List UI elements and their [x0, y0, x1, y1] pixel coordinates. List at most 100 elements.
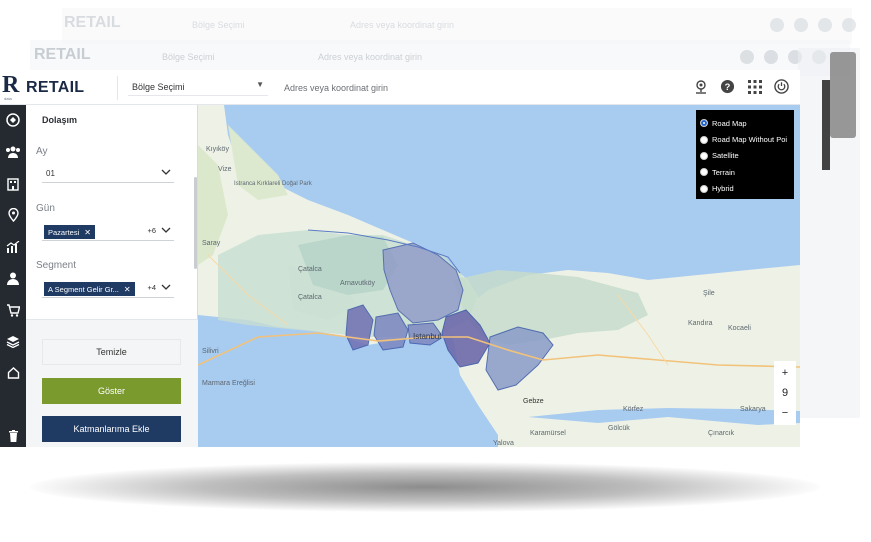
logo-subtext: data: [4, 96, 12, 101]
map-label: Gölcük: [608, 425, 630, 432]
radio-selected-icon: [700, 119, 708, 128]
day-select[interactable]: Pazartesi ✕ +6: [42, 223, 174, 241]
radio-icon: [700, 151, 708, 160]
app-window: R data RETAIL Bölge Seçimi ▼ ?: [0, 70, 800, 447]
power-icon[interactable]: [773, 78, 790, 95]
month-select[interactable]: 01: [42, 165, 174, 183]
logo-mark: R: [2, 72, 20, 98]
screenshot-stage: RETAIL Bölge Seçimi Adres veya koordinat…: [0, 0, 871, 542]
region-select-label: Bölge Seçimi: [132, 82, 185, 92]
map-label: Gebze: [523, 398, 544, 405]
chevron-down-icon: [161, 227, 171, 233]
panel-scrollbar[interactable]: [194, 177, 197, 269]
app-name: RETAIL: [26, 79, 85, 96]
map-pin-user-icon[interactable]: [692, 78, 709, 95]
address-search-input[interactable]: [284, 79, 684, 97]
zoom-in-button[interactable]: +: [782, 363, 788, 383]
ghost-address-1: Adres veya koordinat girin: [350, 20, 455, 30]
layer-option[interactable]: Terrain: [700, 164, 790, 180]
drop-shadow: [30, 462, 820, 512]
svg-text:?: ?: [725, 82, 731, 92]
map-label: Istranca Kırklareli Doğal Park: [234, 181, 313, 187]
layers-icon[interactable]: [4, 332, 22, 350]
trash-icon[interactable]: [4, 427, 22, 445]
day-chip-label: Pazartesi: [48, 227, 80, 237]
map-label: Şile: [703, 290, 715, 297]
segment-label: Segment: [36, 260, 77, 271]
divider: [117, 76, 118, 100]
segment-select[interactable]: A Segment Gelir Gr... ✕ +4: [42, 280, 174, 298]
chevron-down-icon: [161, 284, 171, 290]
month-label: Ay: [36, 146, 48, 157]
zoom-level: 9: [781, 387, 789, 399]
toolbar-icons: ?: [692, 78, 790, 95]
zoom-out-button[interactable]: −: [782, 403, 788, 423]
day-chip[interactable]: Pazartesi ✕: [44, 225, 95, 239]
panel-title: Dolaşım: [42, 115, 78, 125]
map-label: Vize: [218, 166, 232, 173]
map-label: Yalova: [493, 440, 514, 447]
apps-grid-icon[interactable]: [746, 78, 763, 95]
layer-option[interactable]: Road Map: [700, 115, 790, 131]
navigation-icon[interactable]: [4, 111, 22, 129]
region-select[interactable]: Bölge Seçimi ▼: [128, 80, 268, 96]
map-label: Saray: [202, 240, 221, 247]
map-label: Kocaeli: [728, 325, 751, 332]
filter-panel: Dolaşım Ay 01 Gün Pazartesi ✕ +6 Segment…: [26, 105, 198, 447]
radio-icon: [700, 135, 708, 144]
clear-button[interactable]: Temizle: [42, 339, 181, 365]
ghost-logo-2: RETAIL: [34, 46, 91, 63]
radio-icon: [700, 168, 708, 177]
day-label: Gün: [36, 203, 55, 214]
zoom-control: + 9 −: [774, 361, 796, 425]
map-view[interactable]: Kıyıköy Vize Saray Istranca Kırklareli D…: [198, 105, 800, 447]
chip-remove-icon[interactable]: ✕: [124, 285, 131, 294]
chevron-down-icon: [161, 169, 171, 175]
ghost-region-2: Bölge Seçimi: [162, 52, 215, 62]
map-label: Marmara Ereğlisi: [202, 380, 255, 387]
map-layer-selector: Road Map Road Map Without Poi Satellite …: [696, 110, 794, 199]
location-pin-icon[interactable]: [4, 206, 22, 224]
layer-option[interactable]: Satellite: [700, 148, 790, 164]
ghost-region-1: Bölge Seçimi: [192, 20, 245, 30]
map-label: Kandıra: [688, 320, 713, 327]
map-label: Çatalca: [298, 266, 322, 273]
panel-actions: Temizle Göster Katmanlarıma Ekle: [26, 319, 198, 447]
users-group-icon[interactable]: [4, 143, 22, 161]
map-label: Çatalca: [298, 294, 322, 301]
building-icon[interactable]: [4, 175, 22, 193]
chip-remove-icon[interactable]: ✕: [84, 228, 91, 237]
layer-option[interactable]: Road Map Without Poi: [700, 131, 790, 147]
map-label: Körfez: [623, 406, 644, 413]
caret-down-icon: ▼: [256, 80, 264, 89]
segment-chip-label: A Segment Gelir Gr...: [48, 284, 119, 294]
background-layer-box: [822, 80, 830, 170]
ghost-icons-1: [770, 18, 856, 32]
segment-chip[interactable]: A Segment Gelir Gr... ✕: [44, 282, 135, 296]
show-button[interactable]: Göster: [42, 378, 181, 404]
map-label: Sakarya: [740, 406, 766, 413]
month-value: 01: [46, 169, 55, 178]
background-scroll-thumb: [830, 52, 856, 138]
help-icon[interactable]: ?: [719, 78, 736, 95]
map-label: Arnavutköy: [340, 280, 376, 287]
shopping-cart-icon[interactable]: [4, 301, 22, 319]
map-label: Silivri: [202, 348, 219, 355]
day-more-count: +6: [147, 226, 156, 235]
segment-more-count: +4: [147, 283, 156, 292]
map-label: Istanbul: [413, 332, 441, 341]
ghost-address-2: Adres veya koordinat girin: [318, 52, 423, 62]
background-window-1: [62, 8, 852, 44]
map-label: Karamürsel: [530, 430, 566, 437]
home-icon[interactable]: [4, 363, 22, 381]
radio-icon: [700, 184, 708, 193]
ghost-logo-1: RETAIL: [64, 14, 121, 31]
map-label: Çınarcık: [708, 430, 735, 437]
map-label: Kıyıköy: [206, 146, 229, 153]
add-to-layers-button[interactable]: Katmanlarıma Ekle: [42, 416, 181, 442]
left-rail: [0, 105, 26, 447]
user-settings-icon[interactable]: [4, 269, 22, 287]
layer-option[interactable]: Hybrid: [700, 181, 790, 197]
top-bar: R data RETAIL Bölge Seçimi ▼ ?: [0, 70, 800, 105]
analytics-chart-icon[interactable]: [4, 238, 22, 256]
